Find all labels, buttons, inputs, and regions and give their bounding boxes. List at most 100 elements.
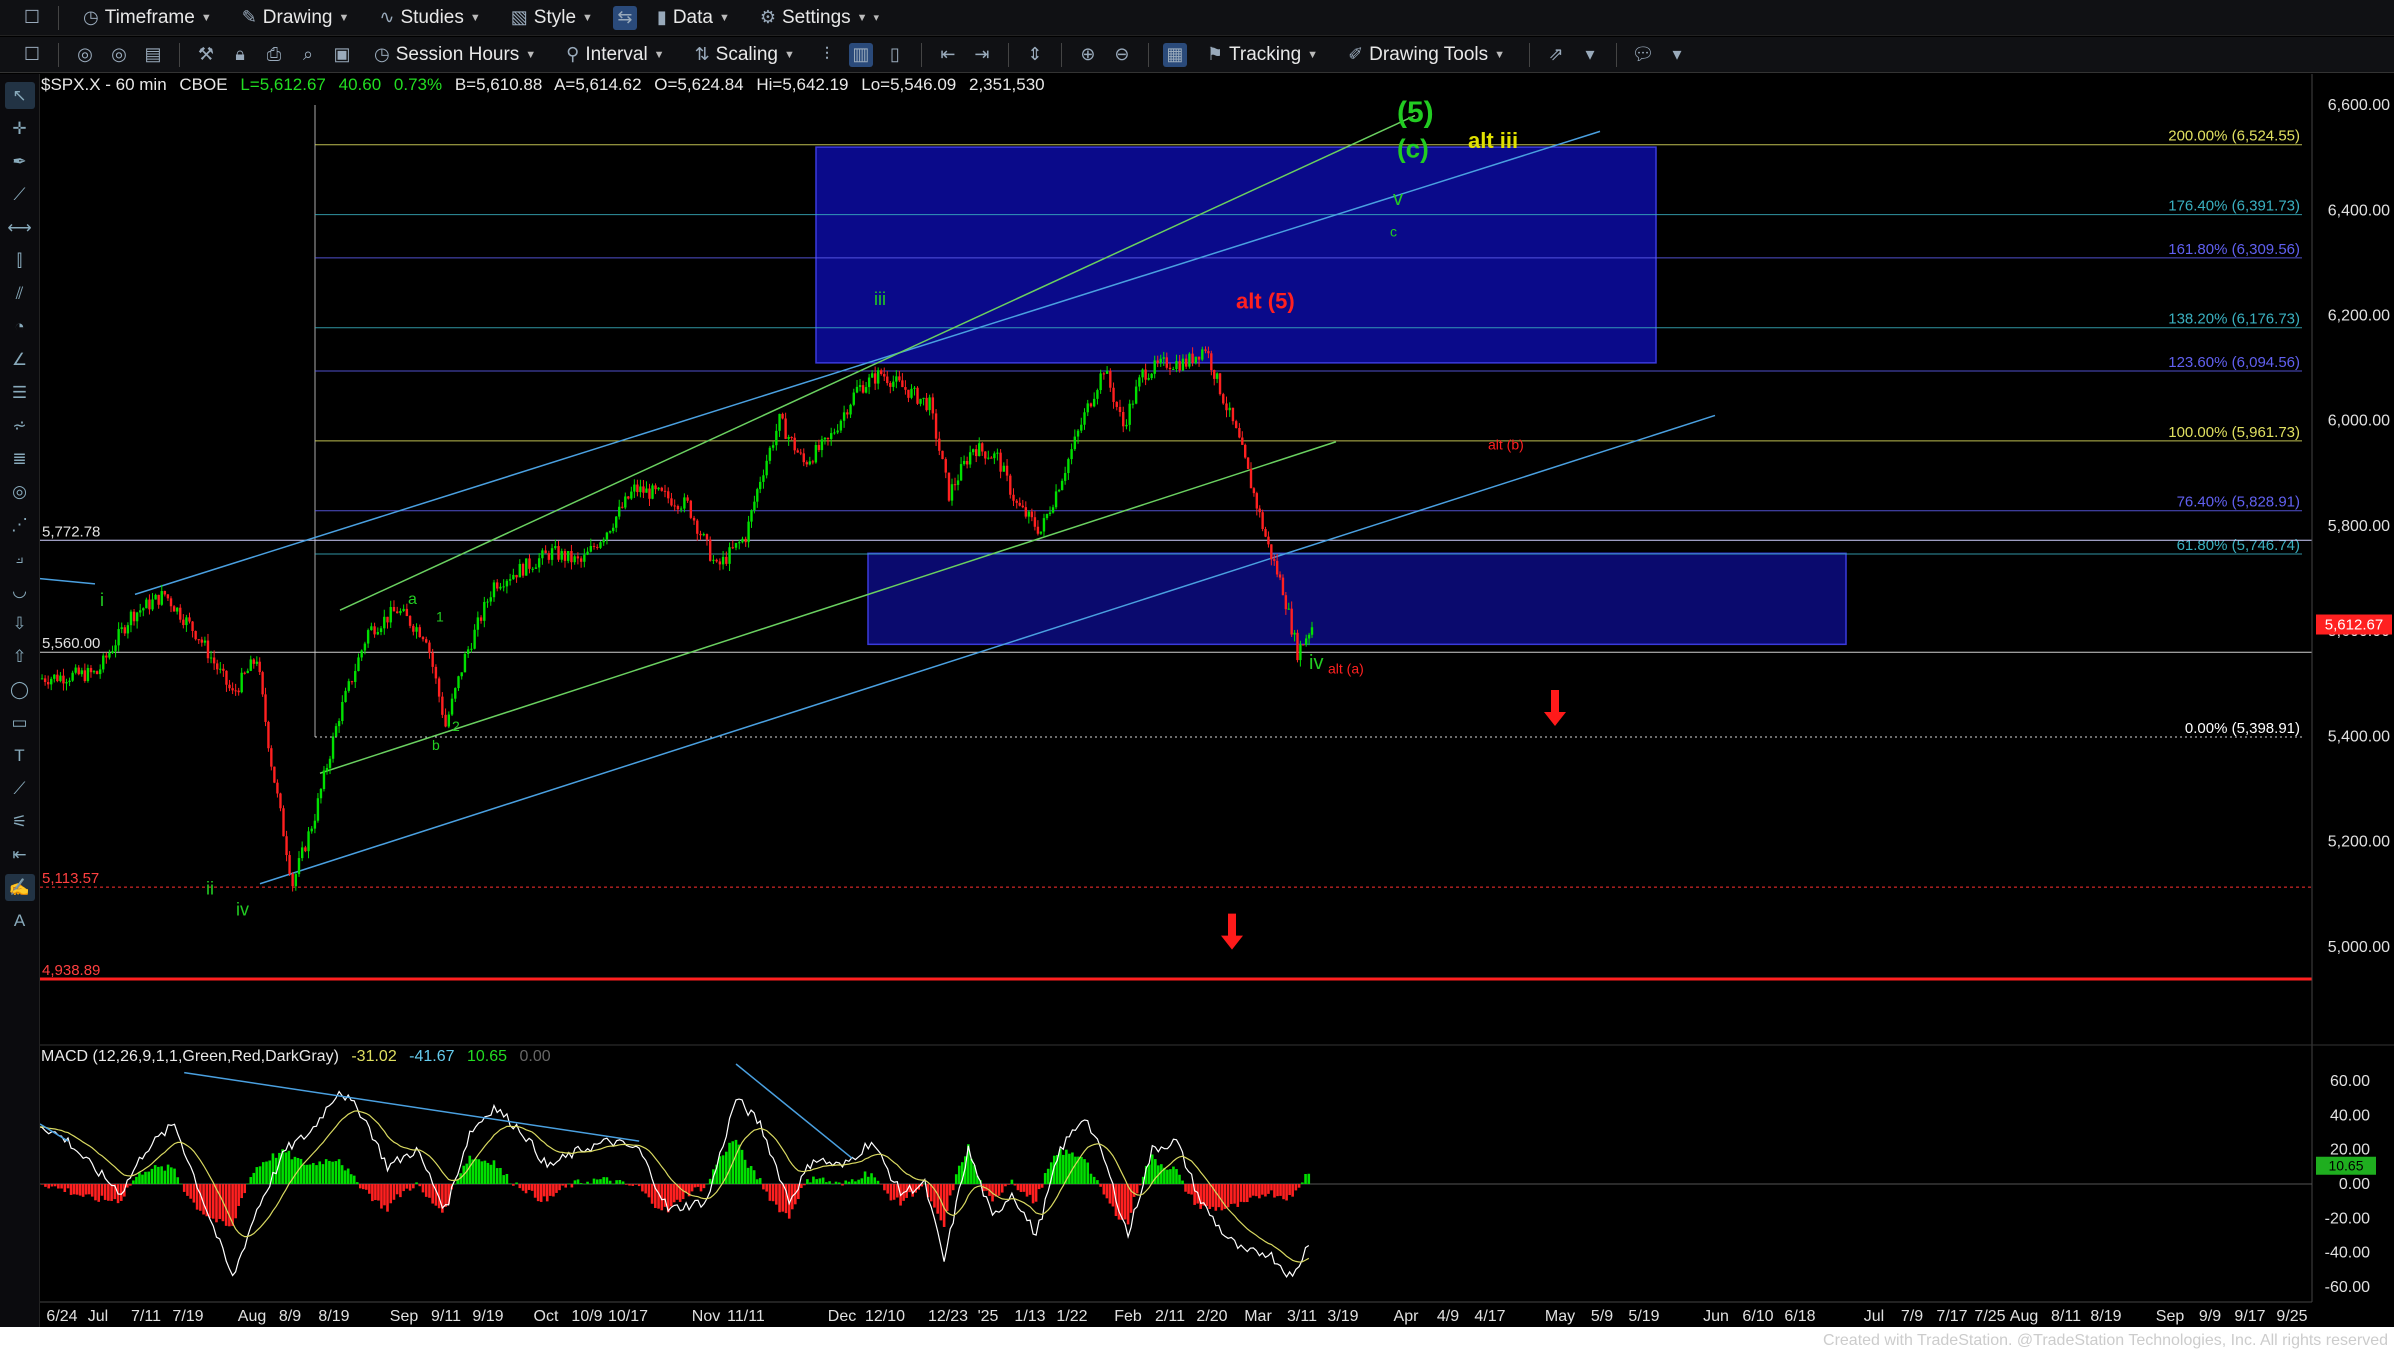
candle-body [240, 672, 243, 693]
interval-button[interactable]: ⚲ Interval ▼ [556, 40, 674, 70]
cycle-icon[interactable]: ◔ [5, 313, 35, 340]
tools-icon[interactable]: ⚒ [194, 43, 218, 67]
channel-icon[interactable]: ⫽ [5, 280, 35, 307]
settings-button[interactable]: ⚙ Settings ▼ ▾ [750, 3, 889, 33]
candle-body [605, 532, 609, 540]
macd-histogram-bar [408, 1184, 412, 1191]
chevron-down-icon: ▾ [873, 12, 880, 24]
drawing-tools-button[interactable]: ✐ Drawing Tools ▼ [1338, 40, 1515, 70]
grid-icon[interactable]: ▦ [1162, 42, 1187, 67]
session-hours-button[interactable]: ◷ Session Hours ▼ [364, 40, 546, 70]
chevron-down-icon: ▼ [653, 48, 665, 61]
fib-extension-icon[interactable]: ⩫ [5, 412, 35, 439]
candle-body [111, 651, 114, 654]
pen-icon[interactable]: ✒ [5, 148, 35, 175]
drawing-tools-icon: ✐ [1348, 44, 1364, 64]
studies-button[interactable]: ∿ Studies ▼ [369, 3, 490, 33]
macd-histogram-bar [489, 1164, 493, 1184]
candle-body [1048, 512, 1052, 515]
gann-icon[interactable]: ⋰ [5, 511, 35, 538]
scroll-left-icon[interactable]: ⇤ [936, 43, 960, 67]
candle-body [892, 381, 895, 387]
print-icon[interactable]: ⎙ [262, 43, 286, 67]
macd-histogram-bar [512, 1184, 515, 1186]
split-icon[interactable]: ⇕ [1023, 43, 1047, 67]
arrow-down-icon[interactable]: ⇩ [5, 610, 35, 637]
angle-icon[interactable]: ∠ [5, 346, 35, 373]
pointer-icon[interactable]: ↖ [4, 82, 35, 109]
chart-icon[interactable]: ▣ [330, 43, 354, 67]
ellipse-icon[interactable]: ◯ [5, 676, 35, 703]
data-button[interactable]: ▮ Data ▼ [647, 3, 740, 33]
vertical-line-icon[interactable]: ⫿ [5, 247, 35, 274]
wave-label: i [100, 590, 104, 610]
scaling-button[interactable]: ⇅ Scaling ▼ [685, 40, 805, 70]
candle-body [756, 489, 759, 502]
rectangle-icon[interactable]: ▭ [5, 709, 35, 736]
candle-body [139, 610, 142, 613]
macd-histogram-bar [72, 1184, 76, 1195]
chevron-down-icon[interactable]: ▾ [1665, 43, 1689, 67]
candle-body [1153, 360, 1156, 374]
hollow-candle-icon[interactable]: ▯ [883, 43, 907, 67]
macd-histogram-bar [477, 1159, 481, 1184]
lock-icon[interactable]: 🔒︎ [228, 43, 252, 67]
candle-body [307, 831, 310, 852]
pen-tool-icon[interactable]: ✍ [4, 874, 35, 901]
macd-histogram-bar [684, 1184, 688, 1193]
candle-body [987, 457, 990, 459]
step-icon[interactable]: ⇤ [5, 841, 35, 868]
candle-body [959, 464, 963, 481]
crosshair-icon[interactable]: ✛ [5, 115, 35, 142]
window-icon[interactable]: ☐ [20, 6, 44, 30]
macd-histogram-bar [781, 1184, 785, 1212]
list-icon[interactable]: ▤ [141, 43, 165, 67]
bar-style-icon[interactable]: ⫶ [815, 43, 839, 67]
window-icon[interactable]: ☐ [20, 43, 44, 67]
chevron-down-icon[interactable]: ▾ [1578, 43, 1602, 67]
timeframe-button[interactable]: ◷ Timeframe ▼ [73, 3, 222, 33]
macd-histogram-bar [1294, 1184, 1298, 1191]
time-tick-label: 1/13 [1014, 1308, 1045, 1325]
candle-style-icon[interactable]: ▥ [848, 42, 873, 67]
zoom-in-icon[interactable]: ⊕ [1076, 43, 1100, 67]
export-icon[interactable]: ⇗ [1544, 43, 1568, 67]
macd-histogram-bar [583, 1183, 586, 1185]
tracking-button[interactable]: ⚑ Tracking ▼ [1197, 40, 1328, 70]
zoom-out-icon[interactable]: ⊖ [1110, 43, 1134, 67]
candle-body [515, 574, 518, 578]
layout-toggle-icon[interactable]: ⇆ [612, 5, 637, 30]
link-icon[interactable]: ◎ [73, 43, 97, 67]
paint-icon[interactable]: ⚟ [5, 808, 35, 835]
macd-histogram-bar [302, 1164, 306, 1184]
candle-body [1054, 491, 1058, 508]
macd-histogram-bar [368, 1184, 371, 1194]
scroll-right-icon[interactable]: ⇥ [970, 43, 994, 67]
comment-icon[interactable]: 💬︎ [1631, 43, 1655, 67]
toolbar-separator [58, 42, 59, 67]
time-tick-label: 9/11 [431, 1308, 461, 1325]
speed-lines-icon[interactable]: ⟓ [5, 544, 35, 571]
ruler-icon[interactable]: ⟋ [5, 775, 35, 802]
target-icon[interactable]: ◎ [5, 478, 35, 505]
macd-histogram-bar [362, 1184, 365, 1190]
macd-histogram-bar [1147, 1164, 1151, 1184]
fib-levels-icon[interactable]: ☰ [5, 379, 35, 406]
trendline-icon[interactable]: ⟋ [5, 181, 35, 208]
macd-histogram-bar [1242, 1184, 1246, 1203]
text-icon[interactable]: T [5, 742, 35, 769]
arc-icon[interactable]: ◡ [5, 577, 35, 604]
style-button[interactable]: ▧ Style ▼ [501, 3, 603, 33]
candle-body [547, 553, 551, 560]
candle-body [586, 551, 589, 555]
lines-icon[interactable]: ≣ [5, 445, 35, 472]
candle-body [1231, 407, 1235, 422]
price-chart[interactable]: 200.00% (6,524.55)176.40% (6,391.73)161.… [40, 74, 2394, 1328]
text-label-icon[interactable]: A [5, 907, 35, 934]
drawing-button[interactable]: ✎ Drawing ▼ [232, 3, 360, 33]
candle-body [68, 680, 71, 683]
horizontal-arrow-icon[interactable]: ⟷ [5, 214, 35, 241]
arrow-up-icon[interactable]: ⇧ [5, 643, 35, 670]
link-icon[interactable]: ◎ [107, 43, 131, 67]
search-icon[interactable]: ⌕ [296, 43, 320, 67]
